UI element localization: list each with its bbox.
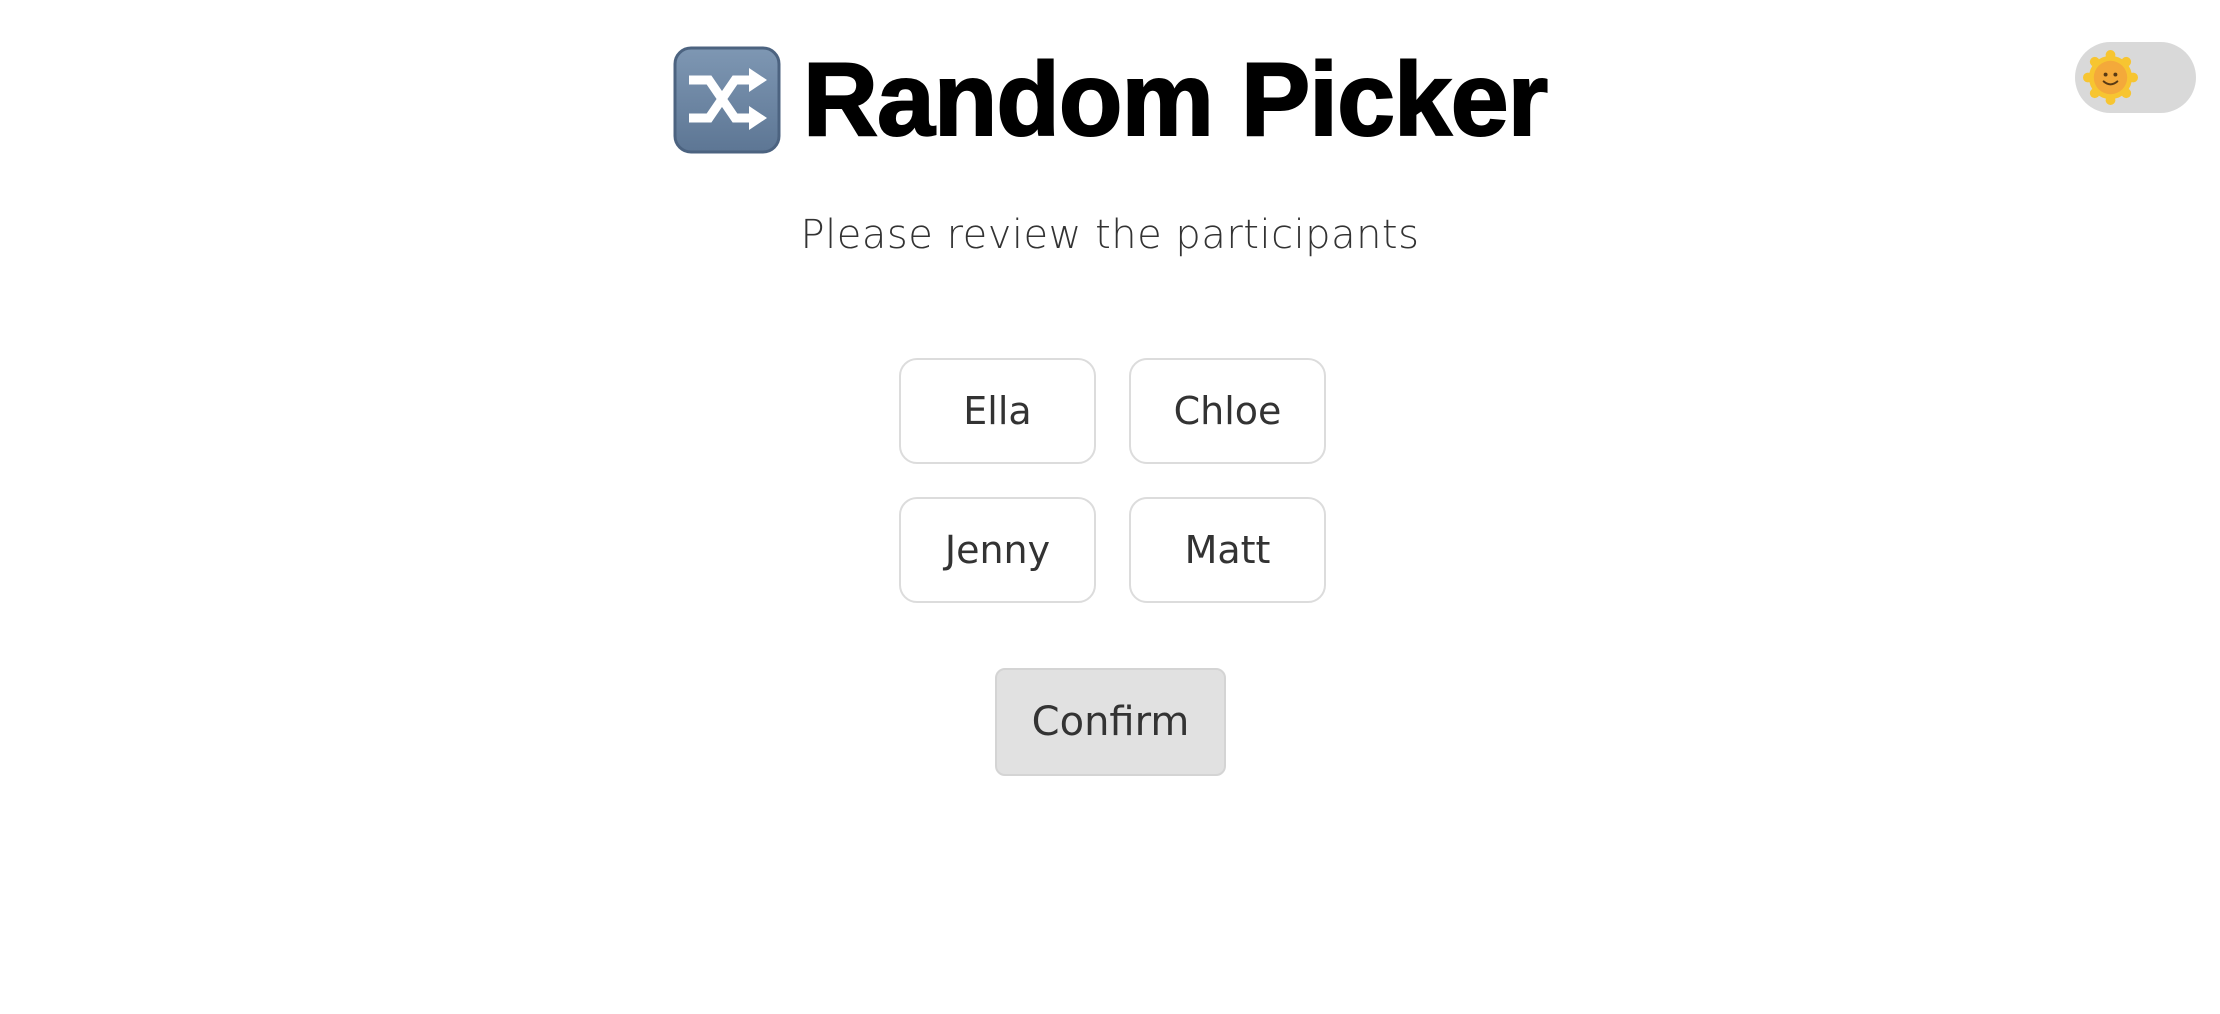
page: Random Picker Please review the particip… [0, 0, 2220, 1014]
subtitle: Please review the participants [800, 212, 1420, 258]
participant-chip[interactable]: Jenny [899, 497, 1096, 603]
participant-chip[interactable]: Chloe [1129, 358, 1326, 464]
page-title-text: Random Picker [802, 42, 1549, 158]
confirm-button[interactable]: Confirm [995, 668, 1226, 776]
participant-chip[interactable]: Ella [899, 358, 1096, 464]
participant-list: Ella Chloe Jenny Matt [899, 358, 1327, 603]
shuffle-icon [673, 46, 781, 154]
participant-chip[interactable]: Matt [1129, 497, 1326, 603]
page-title: Random Picker [0, 40, 2220, 160]
